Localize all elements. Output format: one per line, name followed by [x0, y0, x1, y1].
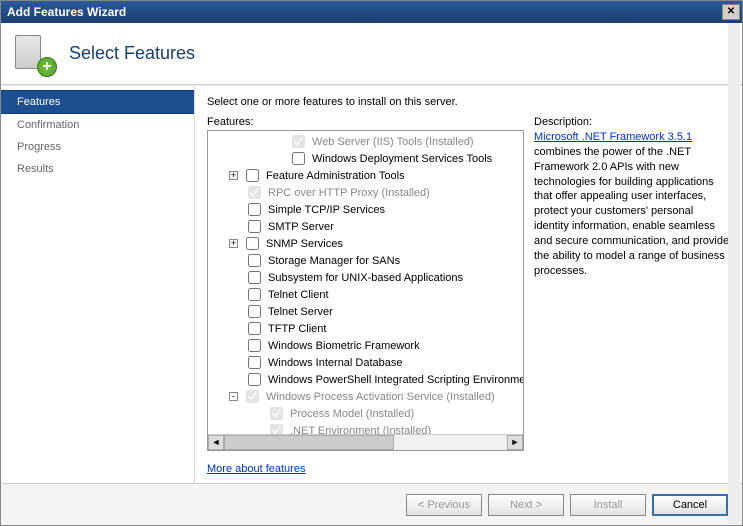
tree-row[interactable]: Windows PowerShell Integrated Scripting … [208, 371, 523, 388]
next-button[interactable]: Next > [488, 494, 564, 516]
window-title: Add Features Wizard [7, 5, 126, 19]
tree-row[interactable]: Simple TCP/IP Services [208, 201, 523, 218]
feature-label: Windows Internal Database [268, 357, 403, 369]
tree-row[interactable]: TFTP Client [208, 320, 523, 337]
sidebar: FeaturesConfirmationProgressResults [1, 86, 195, 483]
feature-checkbox[interactable] [292, 152, 305, 165]
install-button[interactable]: Install [570, 494, 646, 516]
tree-row[interactable]: + Feature Administration Tools [208, 167, 523, 184]
description-body: combines the power of the .NET Framework… [534, 146, 729, 277]
expand-icon[interactable]: + [229, 239, 238, 248]
cancel-button[interactable]: Cancel [652, 494, 728, 516]
tree-row[interactable]: Telnet Client [208, 286, 523, 303]
feature-checkbox [270, 407, 283, 420]
description-link[interactable]: Microsoft .NET Framework 3.5.1 [534, 131, 692, 143]
feature-label: RPC over HTTP Proxy (Installed) [268, 187, 430, 199]
features-tree[interactable]: Web Server (IIS) Tools (Installed) Window… [208, 131, 523, 450]
instruction-text: Select one or more features to install o… [207, 96, 730, 108]
feature-label: Telnet Client [268, 289, 329, 301]
wizard-window: Add Features Wizard ✕ + Select Features … [0, 0, 743, 526]
feature-checkbox[interactable] [248, 339, 261, 352]
scroll-right-icon[interactable]: ► [507, 435, 523, 450]
feature-checkbox[interactable] [246, 237, 259, 250]
feature-label: TFTP Client [268, 323, 326, 335]
feature-checkbox[interactable] [246, 169, 259, 182]
feature-label: Telnet Server [268, 306, 333, 318]
sidebar-item-progress[interactable]: Progress [1, 136, 194, 158]
outer-vertical-scrollbar[interactable] [728, 23, 740, 525]
feature-checkbox[interactable] [248, 356, 261, 369]
tree-row[interactable]: Windows Internal Database [208, 354, 523, 371]
feature-label: SNMP Services [266, 238, 343, 250]
features-tree-container: Web Server (IIS) Tools (Installed) Window… [207, 130, 524, 451]
tree-row[interactable]: Windows Deployment Services Tools [208, 150, 523, 167]
scroll-left-icon[interactable]: ◄ [208, 435, 224, 450]
horizontal-scrollbar[interactable]: ◄ ► [208, 434, 523, 450]
collapse-icon[interactable]: - [229, 392, 238, 401]
tree-row[interactable]: - Windows Process Activation Service (Ins… [208, 388, 523, 405]
tree-row[interactable]: Telnet Server [208, 303, 523, 320]
scrollbar-thumb[interactable] [224, 435, 394, 450]
wizard-body: FeaturesConfirmationProgressResults Sele… [1, 85, 742, 483]
tree-row[interactable]: Windows Biometric Framework [208, 337, 523, 354]
tree-row[interactable]: Process Model (Installed) [208, 405, 523, 422]
sidebar-item-results[interactable]: Results [1, 158, 194, 180]
expand-icon[interactable]: + [229, 171, 238, 180]
feature-label: Windows Biometric Framework [268, 340, 420, 352]
content-area: Select one or more features to install o… [195, 86, 742, 483]
tree-row[interactable]: + SNMP Services [208, 235, 523, 252]
feature-label: Web Server (IIS) Tools (Installed) [312, 136, 474, 148]
titlebar: Add Features Wizard ✕ [1, 1, 742, 23]
tree-row[interactable]: SMTP Server [208, 218, 523, 235]
tree-row[interactable]: Web Server (IIS) Tools (Installed) [208, 133, 523, 150]
feature-checkbox[interactable] [248, 322, 261, 335]
plus-icon: + [37, 57, 57, 77]
wizard-header: + Select Features [1, 23, 742, 85]
feature-checkbox[interactable] [248, 373, 261, 386]
description-text: Microsoft .NET Framework 3.5.1 combines … [534, 130, 730, 278]
features-label: Features: [207, 116, 524, 128]
feature-checkbox[interactable] [248, 271, 261, 284]
feature-label: Windows Deployment Services Tools [312, 153, 492, 165]
feature-checkbox [248, 186, 261, 199]
wizard-icon: + [13, 33, 55, 75]
button-bar: < Previous Next > Install Cancel [1, 483, 742, 525]
feature-label: Windows Process Activation Service (Inst… [266, 391, 495, 403]
page-title: Select Features [69, 43, 195, 64]
feature-label: Process Model (Installed) [290, 408, 414, 420]
feature-label: Feature Administration Tools [266, 170, 405, 182]
feature-checkbox[interactable] [248, 220, 261, 233]
sidebar-item-confirmation[interactable]: Confirmation [1, 114, 194, 136]
feature-checkbox[interactable] [248, 203, 261, 216]
previous-button[interactable]: < Previous [406, 494, 482, 516]
feature-label: Storage Manager for SANs [268, 255, 400, 267]
more-about-features-link[interactable]: More about features [207, 463, 524, 475]
close-button[interactable]: ✕ [722, 4, 740, 20]
feature-checkbox[interactable] [248, 305, 261, 318]
feature-checkbox [246, 390, 259, 403]
feature-label: Simple TCP/IP Services [268, 204, 385, 216]
feature-label: SMTP Server [268, 221, 334, 233]
feature-label: Windows PowerShell Integrated Scripting … [268, 374, 523, 386]
tree-row[interactable]: Subsystem for UNIX-based Applications [208, 269, 523, 286]
description-label: Description: [534, 116, 730, 128]
feature-label: Subsystem for UNIX-based Applications [268, 272, 463, 284]
feature-checkbox[interactable] [248, 254, 261, 267]
feature-checkbox [292, 135, 305, 148]
sidebar-item-features[interactable]: Features [1, 90, 194, 114]
tree-row[interactable]: Storage Manager for SANs [208, 252, 523, 269]
tree-row[interactable]: RPC over HTTP Proxy (Installed) [208, 184, 523, 201]
feature-checkbox[interactable] [248, 288, 261, 301]
